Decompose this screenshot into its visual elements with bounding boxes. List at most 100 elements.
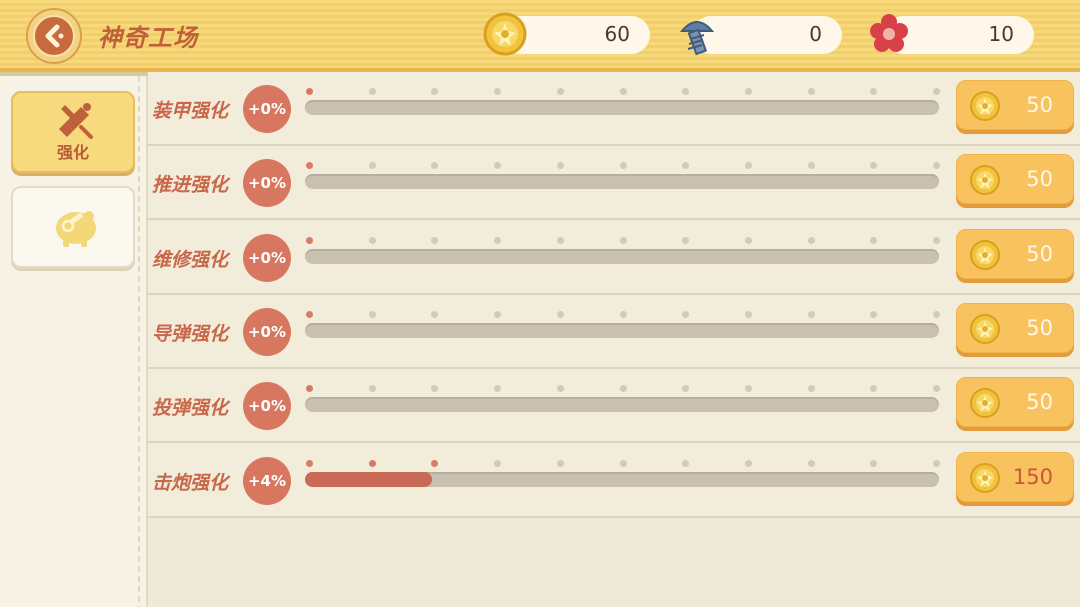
- level-ticks: [306, 88, 940, 96]
- level-ticks: [306, 310, 940, 319]
- gold-coin-icon: [970, 388, 1000, 419]
- gold-coin-icon: [970, 313, 1000, 344]
- level-tick: [431, 459, 439, 467]
- level-tick: [682, 236, 690, 244]
- level-tick: [807, 385, 815, 393]
- upgrade-row: 推进强化 +0% 50: [148, 146, 1080, 221]
- upgrade-buy-button[interactable]: 50: [956, 80, 1074, 130]
- level-tick: [744, 88, 752, 95]
- level-tick: [368, 88, 376, 95]
- upgrade-label: 推进强化: [152, 174, 229, 197]
- level-ticks: [306, 459, 940, 468]
- screw-value: 0: [809, 22, 822, 46]
- gold-coin-icon: [483, 12, 527, 56]
- tab-upgrade[interactable]: 强化: [11, 91, 135, 173]
- level-tick: [431, 162, 439, 170]
- level-tick: [494, 310, 502, 318]
- level-tick: [744, 385, 752, 393]
- flower-counter: 10: [870, 14, 1034, 54]
- upgrade-progress-bar: [305, 174, 939, 190]
- level-tick: [682, 162, 690, 170]
- level-tick: [556, 310, 564, 318]
- upgrade-row: 维修强化 +0% 50: [148, 220, 1080, 295]
- upgrade-tool-icon: [59, 103, 93, 139]
- level-tick: [368, 459, 376, 467]
- sidebar-divider: [138, 76, 140, 607]
- level-tick: [431, 310, 439, 318]
- level-tick: [306, 162, 313, 170]
- level-tick: [494, 162, 502, 170]
- upgrade-label: 装甲强化: [152, 100, 229, 122]
- upgrade-row: 装甲强化 +0% 50: [148, 72, 1080, 146]
- back-button[interactable]: [26, 8, 82, 64]
- upgrade-progress-fill: [305, 471, 432, 487]
- level-tick: [306, 236, 313, 244]
- upgrade-label: 击炮强化: [152, 471, 229, 494]
- level-tick: [870, 310, 878, 318]
- level-tick: [744, 162, 752, 170]
- level-tick: [494, 459, 502, 467]
- level-tick: [744, 236, 752, 244]
- upgrade-percent-badge: +4%: [243, 456, 291, 505]
- level-tick: [682, 459, 690, 467]
- level-tick: [431, 385, 439, 393]
- upgrade-row: 投弹强化 +0% 50: [148, 369, 1080, 444]
- level-tick: [494, 385, 502, 393]
- level-ticks: [306, 162, 940, 170]
- level-tick: [619, 162, 627, 170]
- level-tick: [368, 236, 376, 244]
- level-tick: [933, 459, 940, 467]
- level-tick: [306, 385, 313, 393]
- gold-coin-icon: [970, 239, 1000, 270]
- level-tick: [933, 385, 940, 393]
- page-title: 神奇工场: [98, 24, 198, 52]
- level-tick: [870, 236, 878, 244]
- coin-counter: 60: [483, 12, 650, 56]
- level-tick: [556, 459, 564, 467]
- tab-piggy-bank[interactable]: [11, 186, 135, 268]
- level-tick: [619, 459, 627, 467]
- level-tick: [368, 162, 376, 170]
- coin-value: 60: [604, 22, 630, 46]
- tab-upgrade-label: 强化: [56, 143, 89, 162]
- screw-icon: [679, 21, 715, 56]
- gold-coin-icon: [970, 165, 1000, 196]
- gold-coin-icon: [970, 462, 1000, 493]
- level-tick: [807, 310, 815, 318]
- upgrade-buy-button[interactable]: 50: [956, 228, 1074, 279]
- upgrade-label: 维修强化: [152, 248, 229, 271]
- level-tick: [870, 162, 878, 170]
- flower-value: 10: [988, 22, 1014, 46]
- upgrade-percent-badge: +0%: [243, 382, 291, 431]
- upgrade-cost: 50: [1026, 315, 1053, 340]
- level-tick: [431, 236, 439, 244]
- level-tick: [556, 385, 564, 393]
- upgrade-cost: 150: [1012, 464, 1053, 489]
- level-tick: [306, 310, 313, 318]
- level-tick: [619, 236, 627, 244]
- screw-counter: 0: [679, 16, 842, 56]
- level-tick: [744, 310, 752, 318]
- level-tick: [933, 162, 940, 170]
- upgrade-buy-button[interactable]: 50: [956, 302, 1074, 353]
- upgrade-buy-button[interactable]: 50: [956, 154, 1074, 205]
- top-bar: 神奇工场 60 0 10: [0, 0, 1080, 76]
- upgrade-buy-button[interactable]: 150: [956, 451, 1074, 502]
- level-tick: [431, 88, 439, 95]
- upgrade-label: 投弹强化: [152, 397, 229, 420]
- level-tick: [870, 88, 878, 95]
- level-tick: [870, 385, 878, 393]
- upgrade-row: 击炮强化 +4% 150: [148, 443, 1080, 518]
- level-tick: [933, 88, 940, 95]
- upgrade-cost: 50: [1026, 241, 1053, 266]
- level-ticks: [306, 236, 940, 245]
- upgrade-buy-button[interactable]: 50: [956, 377, 1074, 428]
- level-tick: [556, 88, 564, 95]
- upgrade-percent-badge: +0%: [243, 159, 291, 208]
- upgrade-cost: 50: [1026, 93, 1053, 117]
- level-tick: [619, 385, 627, 393]
- level-tick: [807, 459, 815, 467]
- level-tick: [933, 236, 940, 244]
- upgrade-cost: 50: [1026, 167, 1053, 192]
- upgrade-percent-badge: +0%: [243, 233, 291, 282]
